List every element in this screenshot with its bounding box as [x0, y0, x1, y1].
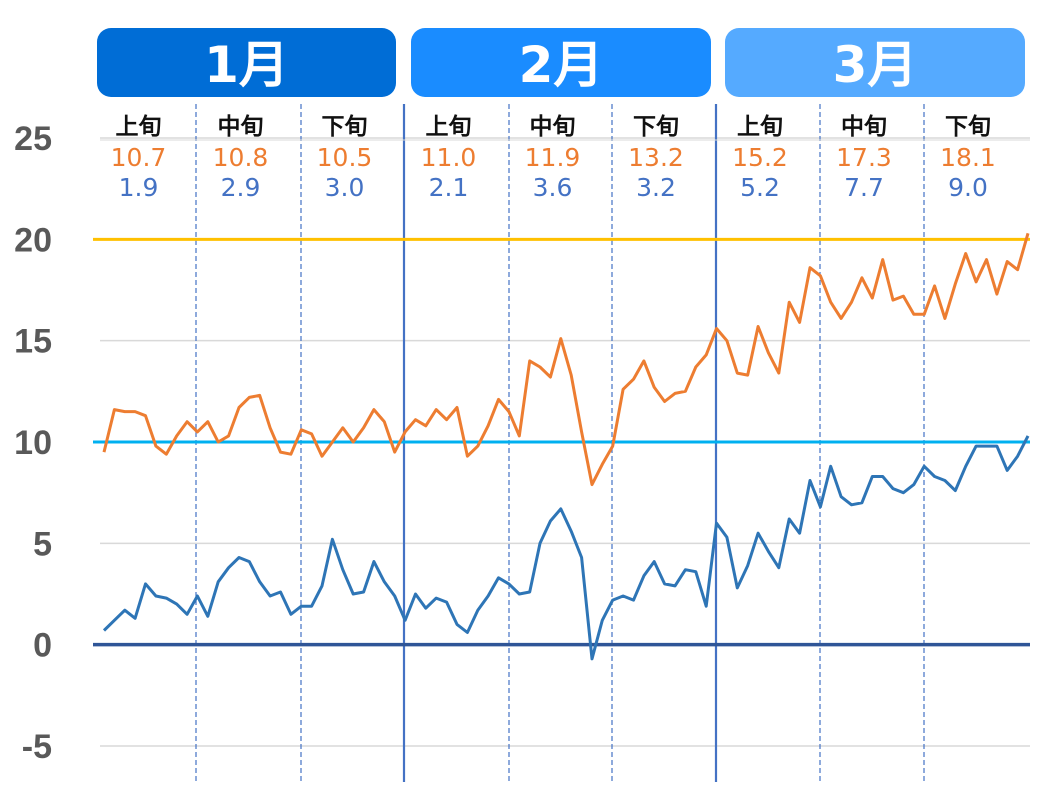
reference-lines: [93, 237, 1030, 647]
avg-low-value: 7.7: [844, 173, 884, 202]
period-label: 下旬: [322, 114, 368, 140]
month-label: 2月: [519, 36, 604, 94]
avg-high-value: 10.7: [111, 143, 167, 172]
month-label: 3月: [833, 36, 918, 94]
period-label: 上旬: [426, 114, 472, 140]
period-labels: 上旬 10.71.9 中旬 10.82.9 下旬 10.53.0 上旬 11.02.1 中旬 11…: [100, 114, 1030, 202]
period-label: 上旬: [116, 114, 162, 140]
y-tick-label: 25: [14, 120, 52, 158]
y-tick-label: 20: [14, 221, 52, 259]
y-tick-label: 10: [14, 424, 52, 462]
avg-high-value: 17.3: [836, 143, 892, 172]
avg-low-value: 3.2: [636, 173, 676, 202]
series: [102, 232, 1030, 661]
period-label: 下旬: [633, 114, 679, 140]
y-axis: 25 20 15 10 5 0 -5: [14, 120, 52, 766]
y-tick-label: 5: [33, 525, 52, 563]
period-label: 下旬: [945, 114, 991, 140]
temperature-chart: 1月 2月 3月 上旬 10.71.9 中旬 10.82.9 下旬 10.53.0 上旬 11.0…: [14, 28, 1030, 782]
y-tick-label: -5: [22, 728, 52, 766]
avg-low-value: 2.1: [429, 173, 469, 202]
period-label: 中旬: [218, 114, 264, 140]
avg-low-value: 3.6: [533, 173, 573, 202]
avg-low-value: 9.0: [948, 173, 988, 202]
avg-high-value: 11.0: [421, 143, 477, 172]
period-label: 中旬: [530, 114, 576, 140]
avg-low-value: 1.9: [119, 173, 159, 202]
month-label: 1月: [204, 36, 289, 94]
avg-high-value: 11.9: [525, 143, 581, 172]
daily-low-line: [102, 435, 1030, 661]
period-label: 上旬: [737, 114, 783, 140]
daily-high-line: [102, 232, 1030, 487]
avg-high-value: 15.2: [732, 143, 788, 172]
avg-low-value: 2.9: [221, 173, 261, 202]
avg-low-value: 3.0: [325, 173, 365, 202]
avg-low-value: 5.2: [740, 173, 780, 202]
month-header: 1月 2月 3月: [97, 28, 1025, 97]
period-label: 中旬: [841, 114, 887, 140]
avg-high-value: 10.8: [213, 143, 269, 172]
avg-high-value: 13.2: [628, 143, 684, 172]
avg-high-value: 10.5: [317, 143, 373, 172]
y-tick-label: 0: [33, 627, 52, 665]
avg-high-value: 18.1: [940, 143, 996, 172]
y-tick-label: 15: [14, 323, 52, 361]
